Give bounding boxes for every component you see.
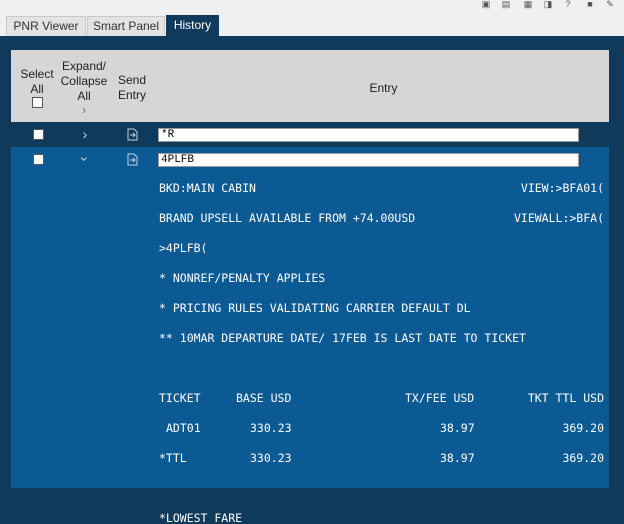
history-row: › *R xyxy=(11,122,609,147)
copy-icon[interactable]: ▣ xyxy=(480,0,492,9)
fare-base-cell: 330.23 xyxy=(250,451,292,465)
response-line: * PRICING RULES VALIDATING CARRIER DEFAU… xyxy=(159,301,471,315)
col-base-header: BASE USD xyxy=(236,391,292,405)
fare-total-cell: 369.20 xyxy=(562,421,604,435)
viewall-link[interactable]: VIEWALL:>BFA( xyxy=(514,210,604,226)
select-all-checkbox[interactable] xyxy=(31,97,43,108)
fare-ticket-cell: ADT01 xyxy=(166,421,201,435)
tab-bar: PNR Viewer Smart Panel History ▣ ▤ ▦ ◨ ?… xyxy=(0,0,624,36)
response-line: BKD:MAIN CABIN xyxy=(159,181,256,195)
fare-tax-cell: 38.97 xyxy=(440,451,475,465)
fare-ticket-cell: *TTL xyxy=(159,451,187,465)
toolbar-icons: ▣ ▤ ▦ ◨ ? ■ ✎ xyxy=(478,0,624,10)
response-command-link[interactable]: >4PLFB( xyxy=(159,240,207,256)
col-tax-header: TX/FEE USD xyxy=(405,391,475,405)
row-select-checkbox[interactable] xyxy=(33,129,44,140)
entry-field[interactable]: *R xyxy=(158,128,579,142)
fare-tax-cell: 38.97 xyxy=(440,421,475,435)
lock-icon[interactable]: ■ xyxy=(584,0,596,9)
response-line: * NONREF/PENALTY APPLIES xyxy=(159,271,326,285)
export-icon[interactable]: ◨ xyxy=(542,0,554,9)
send-entry-icon[interactable] xyxy=(127,128,138,141)
entry-field[interactable]: 4PLFB xyxy=(158,153,579,167)
history-row: › 4PLFB xyxy=(11,147,609,172)
tab-history[interactable]: History xyxy=(166,15,219,36)
expand-collapse-label: Expand/ Collapse All xyxy=(60,59,108,103)
expand-all-icon[interactable]: › xyxy=(59,103,109,116)
fare-total-cell: 369.20 xyxy=(562,451,604,465)
tab-smart-panel[interactable]: Smart Panel xyxy=(87,16,165,36)
select-all-header: Select All xyxy=(16,67,58,112)
select-all-label: Select All xyxy=(20,67,54,96)
col-total-header: TKT TTL USD xyxy=(527,391,604,405)
tab-pnr-viewer[interactable]: PNR Viewer xyxy=(6,16,86,36)
expand-collapse-header: Expand/ Collapse All › xyxy=(59,59,109,116)
response-line: BRAND UPSELL AVAILABLE FROM +74.00USD xyxy=(159,211,416,225)
collapse-row-icon[interactable]: › xyxy=(77,151,93,167)
col-ticket-header: TICKET xyxy=(159,391,201,405)
row-select-checkbox[interactable] xyxy=(33,154,44,165)
settings-icon[interactable]: ✎ xyxy=(604,0,616,9)
phone-icon[interactable]: ▤ xyxy=(500,0,512,9)
history-table-header: Select All Expand/ Collapse All › Send E… xyxy=(11,50,609,123)
help-icon[interactable]: ? xyxy=(562,0,574,9)
send-entry-header: Send Entry xyxy=(117,73,147,102)
expand-row-icon[interactable]: › xyxy=(77,126,93,142)
response-line: *LOWEST FARE xyxy=(159,511,243,524)
print-icon[interactable]: ▦ xyxy=(522,0,534,9)
send-entry-icon[interactable] xyxy=(127,153,138,166)
response-line: ** 10MAR DEPARTURE DATE/ 17FEB IS LAST D… xyxy=(159,331,526,345)
fare-base-cell: 330.23 xyxy=(250,421,292,435)
view-link[interactable]: VIEW:>BFA01( xyxy=(521,180,604,196)
entry-header: Entry xyxy=(369,81,398,95)
